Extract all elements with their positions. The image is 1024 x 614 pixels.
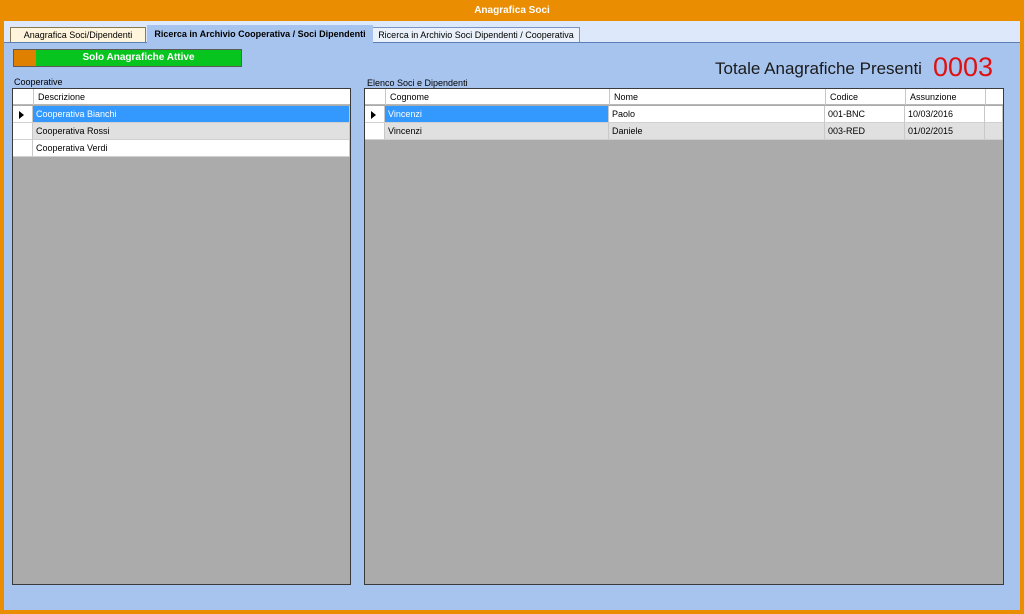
column-header-descrizione[interactable]: Descrizione: [33, 89, 350, 105]
cell-cognome[interactable]: Vincenzi: [385, 106, 609, 123]
total-count: 0003: [933, 52, 994, 82]
cooperative-header: Descrizione: [13, 89, 350, 105]
toggle-label: Solo Anagrafiche Attive: [36, 50, 241, 66]
row-pointer-icon: [19, 111, 24, 119]
main-panel: Anagrafica Soci/Dipendenti Ricerca in Ar…: [4, 21, 1020, 610]
table-row[interactable]: Cooperativa Rossi: [13, 123, 350, 140]
table-row[interactable]: Vincenzi Paolo 001-BNC 10/03/2016: [365, 106, 1003, 123]
soci-header: Cognome Nome Codice Assunzione: [365, 89, 1003, 105]
column-header-assunzione[interactable]: Assunzione: [905, 89, 985, 105]
cell-assunzione[interactable]: 10/03/2016: [905, 106, 985, 123]
column-header-codice[interactable]: Codice: [825, 89, 905, 105]
soci-label: Elenco Soci e Dipendenti: [367, 78, 468, 88]
column-header-nome[interactable]: Nome: [609, 89, 825, 105]
table-row[interactable]: Cooperativa Bianchi: [13, 106, 350, 123]
column-header-cognome[interactable]: Cognome: [385, 89, 609, 105]
cell-cognome[interactable]: Vincenzi: [385, 123, 609, 140]
table-row[interactable]: Cooperativa Verdi: [13, 140, 350, 157]
cell-filler: [985, 106, 1003, 123]
solo-attive-toggle[interactable]: Solo Anagrafiche Attive: [13, 49, 242, 67]
cell-codice[interactable]: 003-RED: [825, 123, 905, 140]
tab-ricerca-soci-cooperativa[interactable]: Ricerca in Archivio Soci Dipendenti / Co…: [372, 27, 580, 43]
row-selector[interactable]: [13, 140, 33, 157]
cell-descrizione[interactable]: Cooperativa Verdi: [33, 140, 350, 157]
soci-grid[interactable]: Cognome Nome Codice Assunzione Vincenzi …: [364, 88, 1004, 585]
cell-codice[interactable]: 001-BNC: [825, 106, 905, 123]
row-selector[interactable]: [13, 123, 33, 140]
cell-descrizione[interactable]: Cooperativa Bianchi: [33, 106, 350, 123]
column-header-filler: [985, 89, 1003, 105]
window-title: Anagrafica Soci: [0, 0, 1024, 21]
cell-descrizione[interactable]: Cooperativa Rossi: [33, 123, 350, 140]
cell-filler: [985, 123, 1003, 140]
row-pointer-icon: [371, 111, 376, 119]
total-label: Totale Anagrafiche Presenti: [715, 59, 922, 78]
row-selector[interactable]: [365, 106, 385, 123]
cooperative-grid[interactable]: Descrizione Cooperativa Bianchi Cooperat…: [12, 88, 351, 585]
tab-anagrafica-soci[interactable]: Anagrafica Soci/Dipendenti: [10, 27, 146, 43]
tab-strip: Anagrafica Soci/Dipendenti Ricerca in Ar…: [4, 21, 1020, 43]
row-selector[interactable]: [13, 106, 33, 123]
tab-ricerca-cooperativa-soci[interactable]: Ricerca in Archivio Cooperativa / Soci D…: [147, 25, 373, 43]
table-row[interactable]: Vincenzi Daniele 003-RED 01/02/2015: [365, 123, 1003, 140]
row-selector[interactable]: [365, 123, 385, 140]
cell-nome[interactable]: Paolo: [609, 106, 825, 123]
toggle-knob[interactable]: [14, 50, 36, 66]
cell-assunzione[interactable]: 01/02/2015: [905, 123, 985, 140]
cell-nome[interactable]: Daniele: [609, 123, 825, 140]
cooperative-label: Cooperative: [14, 77, 63, 87]
